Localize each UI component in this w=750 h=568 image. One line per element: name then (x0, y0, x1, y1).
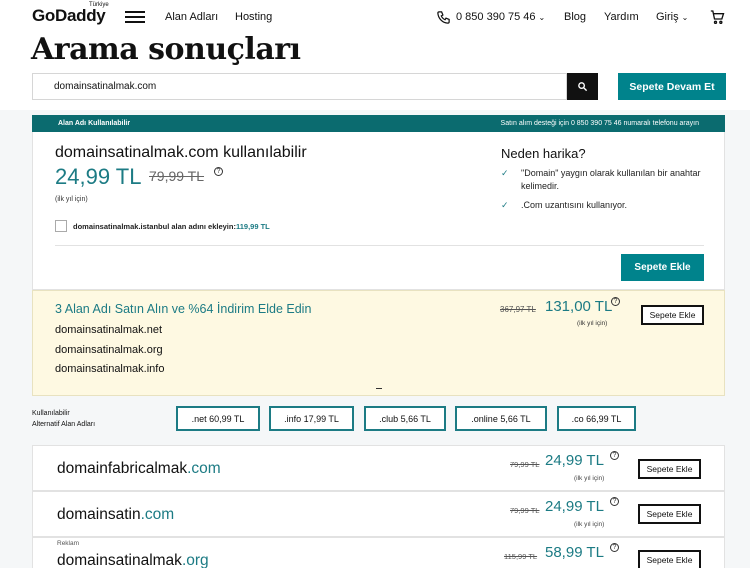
bundle-domain: domainsatinalmak.info (55, 363, 165, 375)
result-period: (ilk yıl için) (574, 475, 605, 482)
result-period: (ilk yıl için) (574, 521, 605, 528)
tld-option-online[interactable]: .online 5,66 TL (455, 406, 547, 431)
nav-login[interactable]: Giriş ⌄ (656, 11, 688, 23)
result-add-button[interactable]: Sepete Ekle (638, 504, 701, 524)
result-price: 24,99 TL (545, 498, 604, 515)
result-old-price: 115,99 TL (504, 552, 538, 561)
result-price: 24,99 TL (545, 452, 604, 469)
bundle-price: 131,00 TL (545, 298, 613, 315)
result-domain[interactable]: domainfabricalmak.com (57, 460, 221, 478)
help-icon[interactable]: ? (610, 543, 619, 552)
godaddy-logo[interactable]: GoDaddy (32, 6, 106, 26)
addon-price: 119,99 TL (235, 222, 270, 231)
chevron-down-icon: ⌄ (681, 13, 689, 22)
result-add-button[interactable]: Sepete Ekle (638, 459, 701, 479)
addon-checkbox[interactable] (55, 220, 67, 232)
bundle-period: (ilk yıl için) (577, 320, 608, 327)
header: GoDaddy Türkiye Alan Adları Hosting 0 85… (0, 0, 750, 110)
tld-option-co[interactable]: .co 66,99 TL (557, 406, 636, 431)
result-old-price: 79,99 TL (510, 506, 540, 515)
main-result-card: domainsatinalmak.com kullanılabilir 24,9… (32, 132, 725, 290)
result-old-price: 79,99 TL (510, 460, 540, 469)
help-icon[interactable]: ? (610, 497, 619, 506)
why-item: ✓ .Com uzantısını kullanıyor. (501, 200, 628, 210)
bundle-title: 3 Alan Adı Satın Alın ve %64 İndirim Eld… (55, 302, 312, 316)
result-domain[interactable]: domainsatin.com (57, 506, 174, 524)
cart-icon[interactable] (709, 9, 726, 25)
result-add-button[interactable]: Sepete Ekle (638, 550, 701, 568)
main-old-price: 79,99 TL (149, 168, 205, 184)
result-row: Reklam domainsatinalmak.org 115,99 TL 58… (32, 537, 725, 568)
result-row: domainfabricalmak.com 79,99 TL 24,99 TL … (32, 445, 725, 491)
nav-help[interactable]: Yardım (604, 11, 639, 23)
result-price: 58,99 TL (545, 544, 604, 561)
logo-region: Türkiye (89, 2, 109, 8)
nav-hosting[interactable]: Hosting (235, 11, 272, 23)
divider (55, 245, 704, 246)
help-icon[interactable]: ? (214, 167, 223, 176)
search-icon (578, 82, 588, 92)
help-icon[interactable]: ? (610, 451, 619, 460)
menu-icon[interactable] (125, 11, 145, 23)
bundle-old-price: 367,97 TL (500, 305, 536, 314)
main-period: (ilk yıl için) (55, 196, 88, 203)
banner-status: Alan Adı Kullanılabilir (58, 120, 131, 127)
why-item: ✓ "Domain" yaygın olarak kullanılan bir … (501, 168, 701, 191)
result-domain[interactable]: domainsatinalmak.org (57, 552, 209, 568)
why-great-title: Neden harika? (501, 146, 586, 161)
nav-blog[interactable]: Blog (564, 11, 586, 23)
addon-label: domainsatinalmak.istanbul alan adını ekl… (73, 222, 270, 231)
continue-to-cart-button[interactable]: Sepete Devam Et (618, 73, 726, 100)
tld-option-net[interactable]: .net 60,99 TL (176, 406, 260, 431)
bundle-add-button[interactable]: Sepete Ekle (641, 305, 704, 325)
expand-handle[interactable] (376, 388, 382, 389)
domain-available-title: domainsatinalmak.com kullanılabilir (55, 144, 307, 161)
help-icon[interactable]: ? (611, 297, 620, 306)
search-input[interactable]: domainsatinalmak.com (32, 73, 567, 100)
chevron-down-icon: ⌄ (538, 13, 546, 22)
check-icon: ✓ (501, 168, 509, 178)
result-row: domainsatin.com 79,99 TL 24,99 TL ? (ilk… (32, 491, 725, 537)
phone-number[interactable]: 0 850 390 75 46 ⌄ (456, 11, 545, 23)
bundle-domain: domainsatinalmak.net (55, 324, 163, 336)
search-button[interactable] (567, 73, 598, 100)
main-price: 24,99 TL (55, 164, 142, 189)
bundle-offer: 3 Alan Adı Satın Alın ve %64 İndirim Eld… (32, 290, 725, 396)
page-title: Arama sonuçları (31, 32, 301, 67)
banner-support: Satın alım desteği için 0 850 390 75 46 … (500, 120, 699, 127)
check-icon: ✓ (501, 200, 509, 210)
ad-label: Reklam (57, 540, 80, 547)
bundle-domain: domainsatinalmak.org (55, 344, 163, 356)
tld-option-club[interactable]: .club 5,66 TL (364, 406, 446, 431)
tld-option-info[interactable]: .info 17,99 TL (269, 406, 354, 431)
add-to-cart-button[interactable]: Sepete Ekle (621, 254, 704, 281)
alternatives-label: Kullanılabilir Alternatif Alan Adları (32, 410, 96, 428)
nav-domains[interactable]: Alan Adları (165, 11, 218, 23)
availability-banner: Alan Adı Kullanılabilir Satın alım deste… (32, 115, 725, 132)
phone-icon[interactable] (436, 10, 451, 25)
